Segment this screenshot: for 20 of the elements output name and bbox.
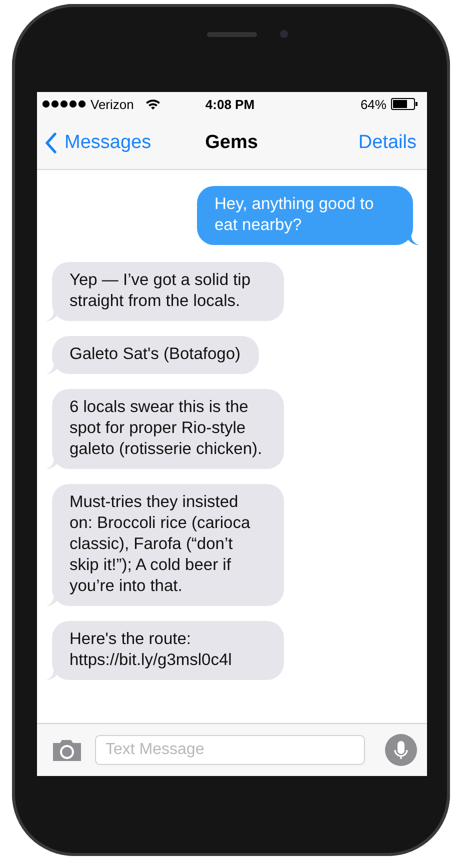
camera-icon[interactable] <box>50 738 82 762</box>
chevron-left-icon <box>44 132 56 154</box>
signal-icon <box>42 100 86 108</box>
bubble-tail <box>46 457 60 469</box>
back-button[interactable]: Messages <box>44 132 152 154</box>
bubble-tail <box>46 309 60 321</box>
carrier-name: Verizon <box>90 96 134 112</box>
battery-icon <box>391 98 418 110</box>
bubble-tail <box>46 668 60 680</box>
microphone-icon[interactable] <box>384 734 416 766</box>
message-input-field[interactable]: Text Message <box>94 735 364 765</box>
conversation-title: Gems <box>204 132 259 154</box>
camera-lens <box>280 30 288 38</box>
status-time: 4:08 PM <box>205 96 255 112</box>
battery-percent: 64% <box>360 96 386 112</box>
details-button[interactable]: Details <box>358 132 416 154</box>
wifi-icon <box>144 98 161 110</box>
bubble-tail <box>46 594 60 606</box>
speaker-grille <box>206 32 256 37</box>
bubble-tail <box>46 362 60 374</box>
